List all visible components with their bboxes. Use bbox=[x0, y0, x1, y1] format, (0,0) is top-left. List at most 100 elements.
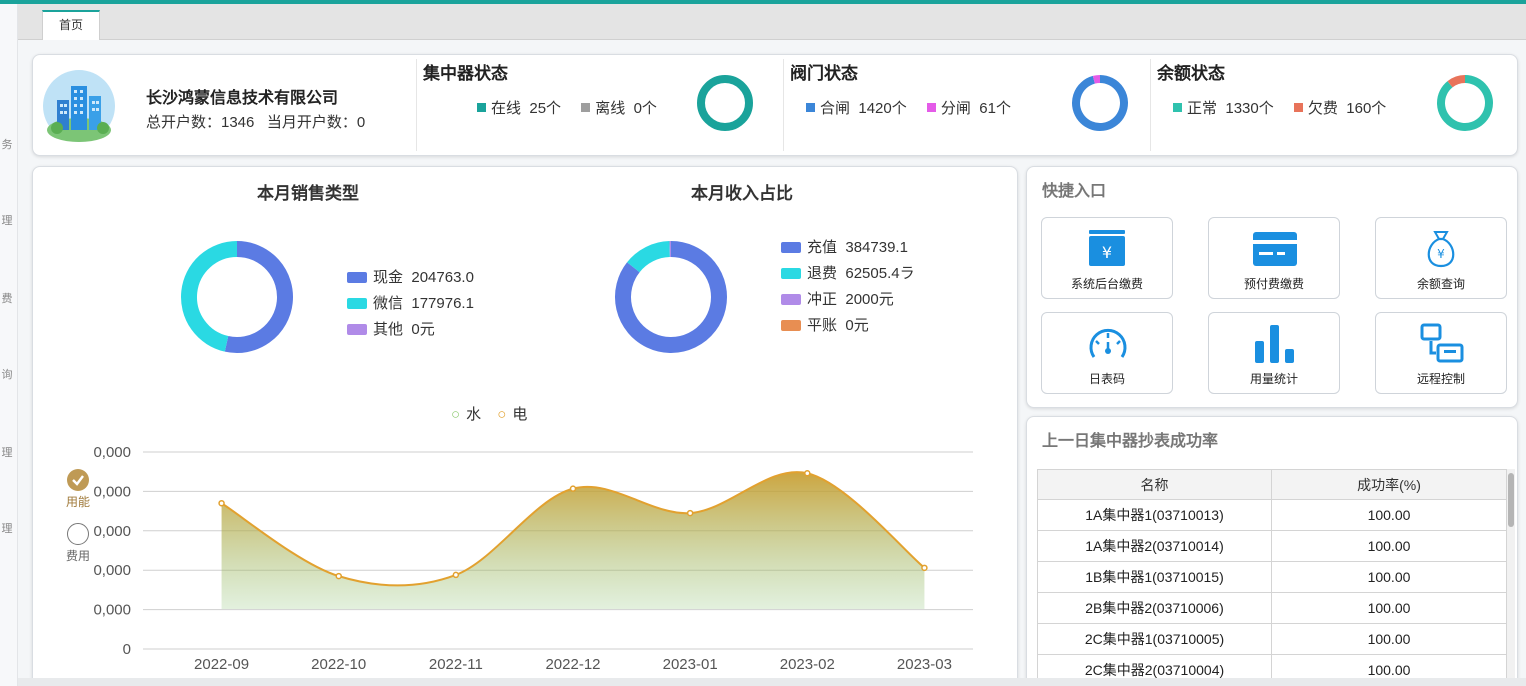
success-rate-card: 上一日集中器抄表成功率 名称 成功率(%) 1A集中器1(03710013) 10… bbox=[1026, 416, 1518, 686]
dashboard-main: 长沙鸿蒙信息技术有限公司 总开户数：1346 当月开户数：0 集中器状态 在线 … bbox=[18, 40, 1526, 686]
legend-electricity[interactable]: ○ 电 bbox=[497, 406, 533, 423]
data-point[interactable] bbox=[804, 470, 811, 477]
electricity-circle-icon: ○ bbox=[497, 406, 507, 423]
sidebar-item-fragment[interactable]: 理 bbox=[0, 444, 14, 460]
income-donut-chart bbox=[615, 241, 727, 353]
money-bag-icon: ¥ bbox=[1427, 231, 1455, 268]
valve-ring-chart bbox=[1072, 75, 1128, 131]
legend-closed: 合闸 1420个 bbox=[806, 100, 907, 117]
success-rate-table: 名称 成功率(%) 1A集中器1(03710013) 100.00 1A集中器2(… bbox=[1037, 469, 1507, 686]
sales-pie-title: 本月销售类型 bbox=[257, 184, 359, 203]
ring-segment-1[interactable] bbox=[1447, 75, 1466, 88]
arrears-dot-icon bbox=[1293, 103, 1303, 112]
legend-item[interactable]: 充值 384739.1 bbox=[781, 235, 915, 261]
concentrator-ring-chart bbox=[697, 75, 753, 131]
balance-legend: 正常 1330个 欠费 160个 bbox=[1173, 97, 1402, 118]
y-tick-label: ,0,000 bbox=[93, 483, 131, 500]
scrollbar-thumb[interactable] bbox=[1508, 473, 1514, 527]
y-tick-label: ,0,000 bbox=[93, 444, 131, 461]
column-header-name[interactable]: 名称 bbox=[1037, 469, 1272, 500]
quick-button-prepaid-payment[interactable]: 预付费缴费 bbox=[1208, 217, 1340, 299]
series-area-0 bbox=[221, 472, 925, 609]
ring-segment-1[interactable] bbox=[627, 241, 671, 273]
company-building-icon bbox=[43, 70, 115, 142]
x-tick-label: 2022-11 bbox=[429, 656, 483, 673]
legend-offline: 离线 0个 bbox=[581, 100, 657, 117]
tab-strip: 首页 bbox=[18, 4, 1526, 40]
x-tick-label: 2022-10 bbox=[311, 656, 366, 673]
data-point[interactable] bbox=[569, 485, 577, 492]
open-dot-icon bbox=[926, 103, 936, 112]
table-row[interactable]: 1A集中器1(03710013) 100.00 bbox=[1037, 499, 1507, 531]
sidebar-item-fragment[interactable]: 务 bbox=[0, 136, 14, 152]
sidebar-item-fragment[interactable]: 理 bbox=[0, 520, 14, 536]
sidebar-item-fragment[interactable]: 理 bbox=[0, 212, 14, 228]
status-overview-card: 长沙鸿蒙信息技术有限公司 总开户数：1346 当月开户数：0 集中器状态 在线 … bbox=[32, 54, 1518, 156]
quick-button-remote-control[interactable]: 远程控制 bbox=[1375, 312, 1507, 394]
quick-entry-card: 快捷入口 ¥ 系统后台缴费 预付费缴费 ¥ 余额查询 日表码 用量统计 远程控制 bbox=[1026, 166, 1518, 408]
check-circle-icon bbox=[67, 469, 89, 491]
x-tick-label: 2023-03 bbox=[897, 656, 952, 673]
sidebar-item-fragment[interactable]: 费 bbox=[0, 290, 14, 306]
legend-item[interactable]: 微信 177976.1 bbox=[347, 291, 474, 317]
table-row[interactable]: 2C集中器1(03710005) 100.00 bbox=[1037, 623, 1507, 655]
tab-home[interactable]: 首页 bbox=[42, 10, 100, 40]
valve-status-section: 阀门状态 合闸 1420个 分闸 61个 bbox=[784, 55, 1152, 155]
cell-rate: 100.00 bbox=[1271, 499, 1507, 531]
legend-item[interactable]: 冲正 2000元 bbox=[781, 287, 915, 313]
legend-item[interactable]: 其他 0元 bbox=[347, 317, 474, 343]
cell-name: 1A集中器2(03710014) bbox=[1037, 530, 1272, 562]
table-row[interactable]: 1A集中器2(03710014) 100.00 bbox=[1037, 530, 1507, 562]
data-point[interactable] bbox=[452, 571, 460, 579]
company-name: 长沙鸿蒙信息技术有限公司 bbox=[146, 90, 339, 107]
toggle-cost[interactable]: 费用 bbox=[65, 523, 91, 564]
empty-circle-icon bbox=[67, 523, 89, 545]
y-tick-label: ,0,000 bbox=[93, 562, 131, 579]
quick-button-usage-statistics[interactable]: 用量统计 bbox=[1208, 312, 1340, 394]
table-row[interactable]: 2B集中器2(03710006) 100.00 bbox=[1037, 592, 1507, 624]
data-point[interactable] bbox=[921, 564, 928, 572]
income-legend: 充值 384739.1 退费 62505.4ラ 冲正 2000元 平账 0元 bbox=[781, 235, 915, 339]
table-scrollbar[interactable] bbox=[1507, 469, 1515, 686]
balance-ring-chart bbox=[1437, 75, 1493, 131]
legend-swatch bbox=[781, 268, 801, 279]
legend-water[interactable]: ○ 水 bbox=[451, 406, 487, 423]
ring-segment-0[interactable] bbox=[1072, 75, 1128, 131]
card-icon bbox=[1253, 232, 1297, 266]
data-point[interactable] bbox=[335, 572, 342, 580]
x-tick-label: 2022-12 bbox=[545, 656, 600, 673]
ring-segment-0[interactable] bbox=[697, 75, 753, 131]
table-row[interactable]: 1B集中器1(03710015) 100.00 bbox=[1037, 561, 1507, 593]
sales-donut-chart bbox=[181, 241, 293, 353]
legend-item[interactable]: 退费 62505.4ラ bbox=[781, 261, 915, 287]
bottom-scrollbar[interactable] bbox=[18, 678, 1526, 686]
data-point[interactable] bbox=[686, 509, 694, 517]
legend-item[interactable]: 现金 204763.0 bbox=[347, 265, 474, 291]
legend-swatch bbox=[347, 272, 367, 283]
legend-arrears: 欠费 160个 bbox=[1293, 100, 1386, 117]
ring-segment-1[interactable] bbox=[181, 241, 238, 352]
quick-button-backend-payment[interactable]: ¥ 系统后台缴费 bbox=[1041, 217, 1173, 299]
y-tick-label: ,0,000 bbox=[93, 523, 131, 540]
svg-text:¥: ¥ bbox=[1102, 243, 1112, 262]
legend-swatch bbox=[347, 324, 367, 335]
sidebar-item-fragment[interactable]: 询 bbox=[0, 366, 14, 382]
ring-segment-1[interactable] bbox=[1092, 75, 1101, 84]
valve-legend: 合闸 1420个 分闸 61个 bbox=[806, 97, 1027, 118]
toggle-energy[interactable]: 用能 bbox=[65, 469, 91, 510]
ring-segment-0[interactable] bbox=[224, 241, 293, 353]
data-point[interactable] bbox=[218, 499, 225, 507]
legend-item[interactable]: 平账 0元 bbox=[781, 313, 915, 339]
ring-segment-0[interactable] bbox=[1437, 75, 1493, 131]
quick-button-balance-query[interactable]: ¥ 余额查询 bbox=[1375, 217, 1507, 299]
legend-online: 在线 25个 bbox=[477, 100, 561, 117]
line-chart-legend: ○ 水 ○ 电 bbox=[451, 403, 539, 424]
cell-rate: 100.00 bbox=[1271, 592, 1507, 624]
quick-button-daily-reading[interactable]: 日表码 bbox=[1041, 312, 1173, 394]
section-title: 阀门状态 bbox=[790, 64, 858, 83]
online-dot-icon bbox=[477, 103, 486, 112]
column-header-rate[interactable]: 成功率(%) bbox=[1271, 469, 1507, 500]
legend-swatch bbox=[781, 294, 801, 305]
offline-dot-icon bbox=[581, 103, 591, 112]
legend-normal: 正常 1330个 bbox=[1173, 100, 1274, 117]
